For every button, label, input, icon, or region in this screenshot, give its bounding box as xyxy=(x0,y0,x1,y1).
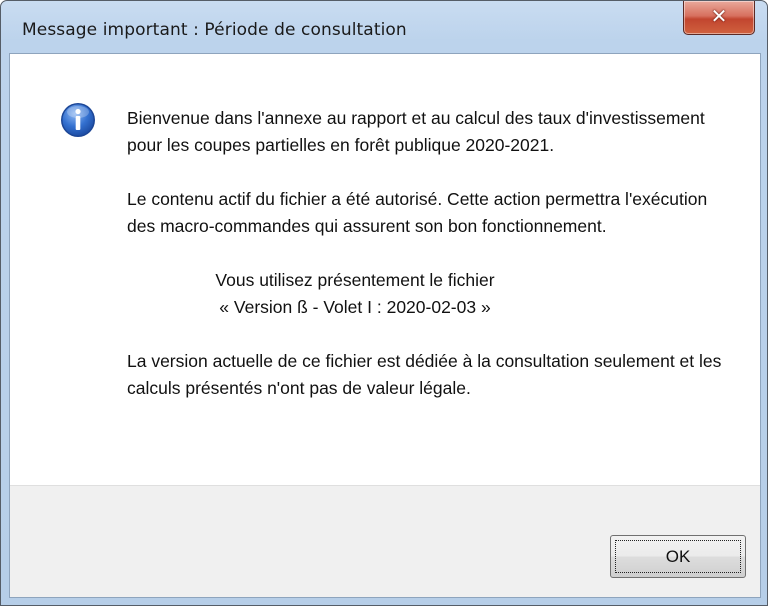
button-bar: OK xyxy=(10,485,760,597)
active-content-paragraph: Le contenu actif du fichier a été autori… xyxy=(127,189,708,236)
disclaimer-paragraph: La version actuelle de ce fichier est dé… xyxy=(127,351,722,398)
welcome-paragraph: Bienvenue dans l'annexe au rapport et au… xyxy=(127,108,705,155)
version-info: Vous utilisez présentement le fichier « … xyxy=(175,267,535,321)
close-icon: ✕ xyxy=(710,4,728,28)
info-icon xyxy=(61,103,95,137)
close-button[interactable]: ✕ xyxy=(683,1,755,35)
version-line-2: « Version ß - Volet I : 2020-02-03 » xyxy=(219,297,491,317)
message-dialog: Message important : Période de consultat… xyxy=(0,0,768,606)
version-line-1: Vous utilisez présentement le fichier xyxy=(215,270,495,290)
window-title: Message important : Période de consultat… xyxy=(22,20,407,40)
message-text: Bienvenue dans l'annexe au rapport et au… xyxy=(127,105,727,429)
ok-button[interactable]: OK xyxy=(610,535,746,578)
ok-button-label: OK xyxy=(615,540,741,573)
dialog-content: Bienvenue dans l'annexe au rapport et au… xyxy=(9,53,761,598)
title-bar[interactable]: Message important : Période de consultat… xyxy=(1,1,767,53)
